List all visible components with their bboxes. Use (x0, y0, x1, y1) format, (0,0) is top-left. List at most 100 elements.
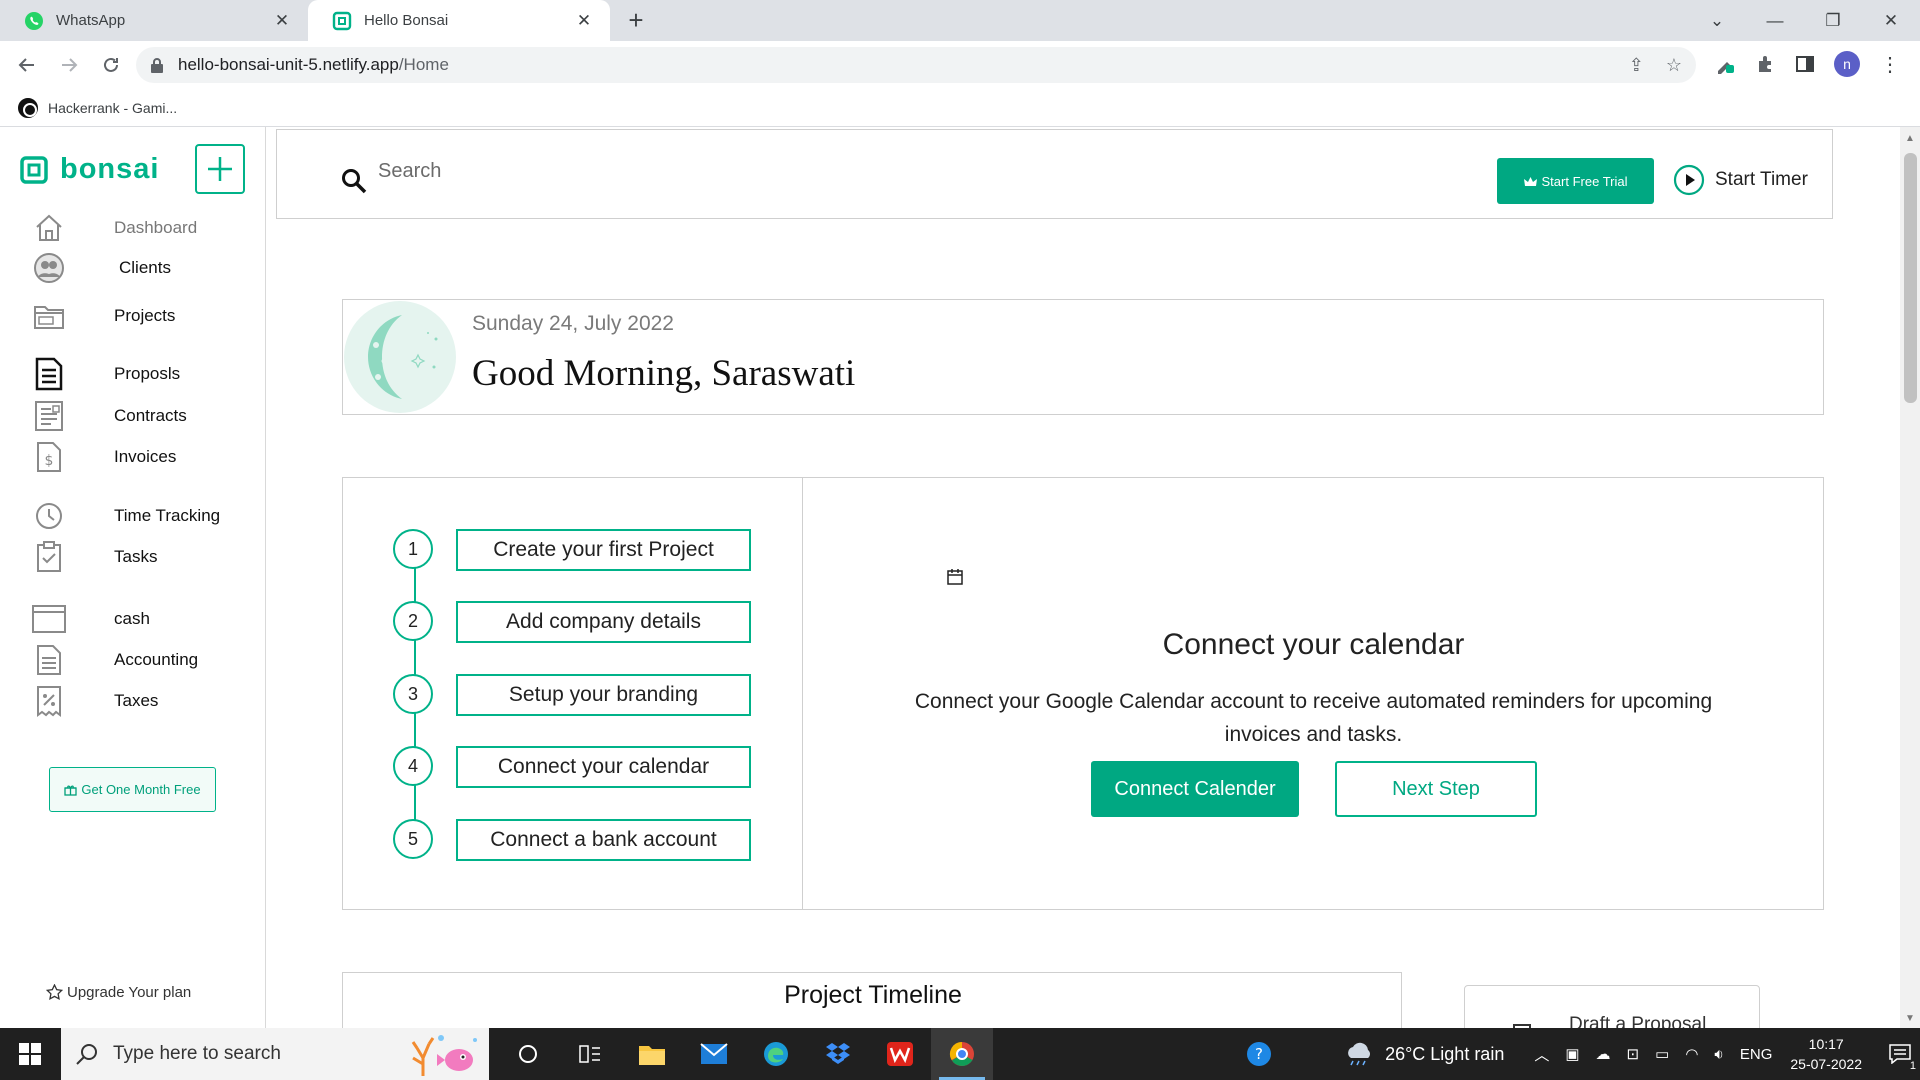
reload-button[interactable] (96, 50, 126, 80)
task-view-button[interactable] (497, 1028, 559, 1080)
start-free-trial-button[interactable]: Start Free Trial (1497, 158, 1654, 204)
start-timer-button[interactable]: Start Timer (1673, 164, 1808, 196)
bonsai-logo[interactable]: bonsai (20, 153, 159, 186)
sidebar-item-label: Proposls (114, 364, 181, 383)
scroll-up-arrow-icon[interactable]: ▲ (1904, 133, 1916, 144)
sidebar-item-projects[interactable]: Projects (32, 299, 175, 333)
step-branding-button[interactable]: Setup your branding (456, 674, 751, 716)
step-create-project-button[interactable]: Create your first Project (456, 529, 751, 571)
search-input[interactable]: Search (378, 160, 441, 183)
sidebar-item-tasks[interactable]: Tasks (32, 540, 157, 574)
puzzle-extensions-icon[interactable] (1756, 54, 1776, 74)
extension-dropper-icon[interactable] (1714, 53, 1736, 75)
top-header: Search Start Free Trial Start Timer (276, 129, 1833, 219)
scroll-down-arrow-icon[interactable]: ▼ (1904, 1013, 1916, 1024)
clock-date: 25-07-2022 (1790, 1056, 1862, 1072)
new-tab-button[interactable]: + (622, 6, 650, 34)
weather-widget[interactable]: 26°C Light rain (1343, 1042, 1504, 1066)
onboarding-card: 1 Create your first Project 2 Add compan… (342, 477, 1824, 910)
volume-icon[interactable]: 🔉︎ (1714, 1046, 1723, 1063)
sidebar-item-taxes[interactable]: Taxes (32, 684, 158, 718)
back-button[interactable] (12, 50, 42, 80)
minimize-button[interactable]: — (1746, 11, 1804, 31)
svg-text:$: $ (45, 453, 54, 469)
menu-kebab-icon[interactable]: ⋮ (1880, 52, 1900, 77)
draft-proposal-card[interactable]: Draft a Proposal (1464, 985, 1760, 1028)
task-view-app[interactable] (559, 1028, 621, 1080)
connect-calendar-button[interactable]: Connect Calender (1091, 761, 1299, 817)
url-host: hello-bonsai-unit-5.netlify.app (178, 55, 399, 74)
notification-center-button[interactable]: 1 (1880, 1028, 1920, 1080)
edge-browser-app[interactable] (745, 1028, 807, 1080)
help-icon[interactable]: ? (1245, 1040, 1273, 1068)
restore-button[interactable]: ❐ (1804, 11, 1862, 31)
mail-icon (700, 1043, 728, 1064)
display-icon[interactable]: ⊡ (1627, 1045, 1640, 1063)
bookmark-hackerrank[interactable]: Hackerrank - Gami... (48, 100, 177, 116)
close-window-button[interactable]: ✕ (1862, 11, 1920, 31)
play-circle-icon (1673, 164, 1705, 196)
sidebar-item-label: Invoices (114, 447, 177, 466)
system-clock[interactable]: 10:17 25-07-2022 (1790, 1034, 1862, 1074)
mail-app[interactable] (683, 1028, 745, 1080)
edge-icon (764, 1042, 788, 1066)
scroll-thumb[interactable] (1904, 153, 1917, 403)
step-company-details-button[interactable]: Add company details (456, 601, 751, 643)
plus-icon (208, 157, 232, 181)
meet-now-icon[interactable]: ▣ (1565, 1045, 1579, 1063)
search-highlight-doodle-icon (411, 1035, 477, 1076)
bookmark-star-icon[interactable]: ☆ (1666, 55, 1682, 76)
browser-toolbar: hello-bonsai-unit-5.netlify.app/Home ⇪ ☆… (0, 41, 1920, 89)
next-step-button[interactable]: Next Step (1335, 761, 1537, 817)
sidebar-item-accounting[interactable]: Accounting (32, 643, 198, 677)
wps-office-app[interactable] (869, 1028, 931, 1080)
file-explorer-app[interactable] (621, 1028, 683, 1080)
get-one-month-free-button[interactable]: Get One Month Free (49, 767, 216, 812)
tab-hello-bonsai[interactable]: Hello Bonsai ✕ (308, 0, 610, 41)
battery-icon[interactable]: ▭ (1655, 1045, 1669, 1063)
upgrade-plan-link[interactable]: Upgrade Your plan (46, 984, 191, 1001)
contract-icon (32, 399, 66, 433)
profile-avatar[interactable]: n (1834, 51, 1860, 77)
windows-taskbar: Type here to search ? 26°C Light rain ︿ … (0, 1028, 1920, 1080)
share-icon[interactable]: ⇪ (1629, 55, 1644, 76)
step-number: 3 (393, 674, 433, 714)
chrome-app[interactable] (931, 1028, 993, 1080)
language-indicator[interactable]: ENG (1740, 1046, 1773, 1063)
draft-label: Draft a Proposal (1569, 1014, 1707, 1028)
sidebar-item-label: Tasks (114, 547, 158, 566)
page-scrollbar[interactable]: ▲ ▼ (1900, 127, 1920, 1028)
sidebar-item-invoices[interactable]: $ Invoices (32, 440, 176, 474)
onedrive-cloud-icon[interactable]: ☁ (1596, 1045, 1611, 1063)
step-bank-account-button[interactable]: Connect a bank account (456, 819, 751, 861)
start-button[interactable] (0, 1028, 60, 1080)
sidebar-item-contracts[interactable]: Contracts (32, 399, 187, 433)
tab-title: WhatsApp (56, 12, 126, 29)
search-icon[interactable] (341, 168, 367, 194)
sidebar-item-time-tracking[interactable]: Time Tracking (32, 499, 220, 533)
sidebar-item-label: Taxes (114, 691, 159, 710)
reload-icon (104, 57, 118, 72)
sidebar-item-proposals[interactable]: Proposls (32, 357, 180, 391)
wifi-icon[interactable]: ◠ (1685, 1045, 1698, 1063)
address-bar[interactable]: hello-bonsai-unit-5.netlify.app/Home ⇪ ☆ (136, 47, 1696, 83)
sidebar-item-cash[interactable]: cash (32, 602, 150, 636)
taskbar-search-box[interactable]: Type here to search (61, 1028, 489, 1080)
tab-whatsapp[interactable]: WhatsApp ✕ (0, 0, 308, 41)
step-calendar-button[interactable]: Connect your calendar (456, 746, 751, 788)
side-panel-icon[interactable] (1796, 55, 1814, 73)
sidebar-item-clients[interactable]: Clients (32, 251, 171, 285)
close-tab-icon[interactable]: ✕ (574, 11, 594, 31)
close-tab-icon[interactable]: ✕ (272, 11, 292, 31)
forward-button[interactable] (54, 50, 84, 80)
panel-title: Connect your calendar (1162, 628, 1465, 661)
chevron-up-icon[interactable]: ︿ (1534, 1044, 1549, 1065)
add-new-button[interactable] (195, 144, 245, 194)
sidebar-item-dashboard[interactable]: Dashboard (32, 211, 197, 245)
ledger-icon (32, 643, 66, 677)
greeting-message: Good Morning, Saraswati (472, 353, 856, 394)
dropbox-app[interactable] (807, 1028, 869, 1080)
rain-cloud-icon (1348, 1042, 1371, 1066)
browser-tabstrip: WhatsApp ✕ Hello Bonsai ✕ + ⌄ — ❐ ✕ (0, 0, 1920, 41)
tab-search-icon[interactable]: ⌄ (1688, 11, 1746, 31)
